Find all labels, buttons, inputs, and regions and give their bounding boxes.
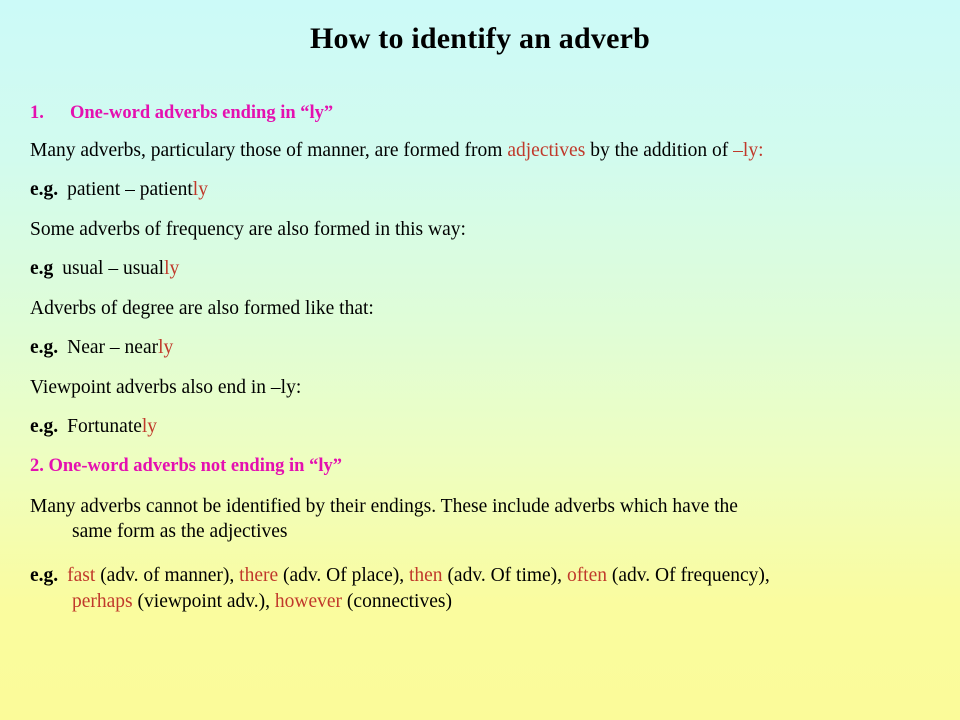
example-fortunately: e.g. Fortunately [30,417,936,437]
section-heading-1-label: One-word adverbs ending in “ly” [70,103,334,123]
highlight-ly-suffix: ly [164,258,180,279]
paragraph-degree: Adverbs of degree are also formed like t… [30,297,936,319]
highlight-ly-suffix: ly [141,416,158,437]
highlight-fast: fast [67,564,96,586]
text-segment: Adverbs of degree are also formed like t… [30,297,374,319]
text-segment: patient – patient [67,179,193,200]
text-segment: (connectives) [342,591,452,613]
example-non-ly-adverbs: e.g. fast (adv. of manner), there (adv. O… [30,563,936,615]
section-heading-1: 1. One-word adverbs ending in “ly” [30,104,936,123]
text-segment: by the addition of [585,139,734,161]
text-segment: Many adverbs cannot be identified by the… [30,496,738,517]
slide-canvas: How to identify an adverb 1. One-word adv… [0,0,960,720]
example-label: e.g. [30,337,59,358]
paragraph-cannot-be-identified: Many adverbs cannot be identified by the… [30,495,936,545]
text-segment: same form as the adjectives [72,520,288,542]
highlight-adjectives: adjectives [507,139,586,161]
text-segment: Fortunate [67,416,142,437]
highlight-then: then [408,564,443,586]
highlight-ly-suffix: ly [192,179,208,200]
highlight-however: however [274,591,343,613]
text-segment: Many adverbs, particulary those of manne… [30,139,508,161]
section-number-1: 1. [30,103,44,123]
example-usual: e.g usual – usually [30,259,936,279]
page-title: How to identify an adverb [309,22,650,55]
text-segment: (adv. Of time), [442,564,567,586]
section-heading-2-label: 2. One-word adverbs not ending in “ly” [30,455,342,476]
example-patient: e.g. patient – patiently [30,180,936,200]
highlight-there: there [239,564,279,586]
paragraph-viewpoint: Viewpoint adverbs also end in –ly: [30,376,936,398]
text-segment: (adv. Of place), [278,564,409,586]
text-segment: (adv. of manner), [95,564,240,586]
example-label: e.g. [30,179,59,200]
example-near: e.g. Near – nearly [30,338,936,358]
text-segment: Near – near [67,337,159,358]
highlight-ly-suffix: –ly: [733,139,764,161]
paragraph-frequency: Some adverbs of frequency are also forme… [30,218,936,240]
text-segment: usual – usual [62,258,165,279]
text-segment: Viewpoint adverbs also end in –ly: [30,376,302,398]
example-label: e.g [30,258,54,279]
paragraph-adverbs-formed: Many adverbs, particulary those of manne… [30,139,936,161]
highlight-often: often [566,564,608,586]
example-label: e.g. [30,564,59,586]
section-heading-2: 2. One-word adverbs not ending in “ly” [30,455,936,476]
highlight-ly-suffix: ly [158,337,174,358]
highlight-perhaps: perhaps [72,591,133,613]
slide-body: 1. One-word adverbs ending in “ly” Many a… [30,104,936,615]
text-segment: (adv. Of frequency), [607,564,770,586]
example-non-ly-adverbs-line-2: perhaps (viewpoint adv.), however (conne… [30,589,936,614]
example-label: e.g. [30,416,59,437]
text-segment: Some adverbs of frequency are also forme… [30,218,466,240]
text-segment: (viewpoint adv.), [132,591,275,613]
